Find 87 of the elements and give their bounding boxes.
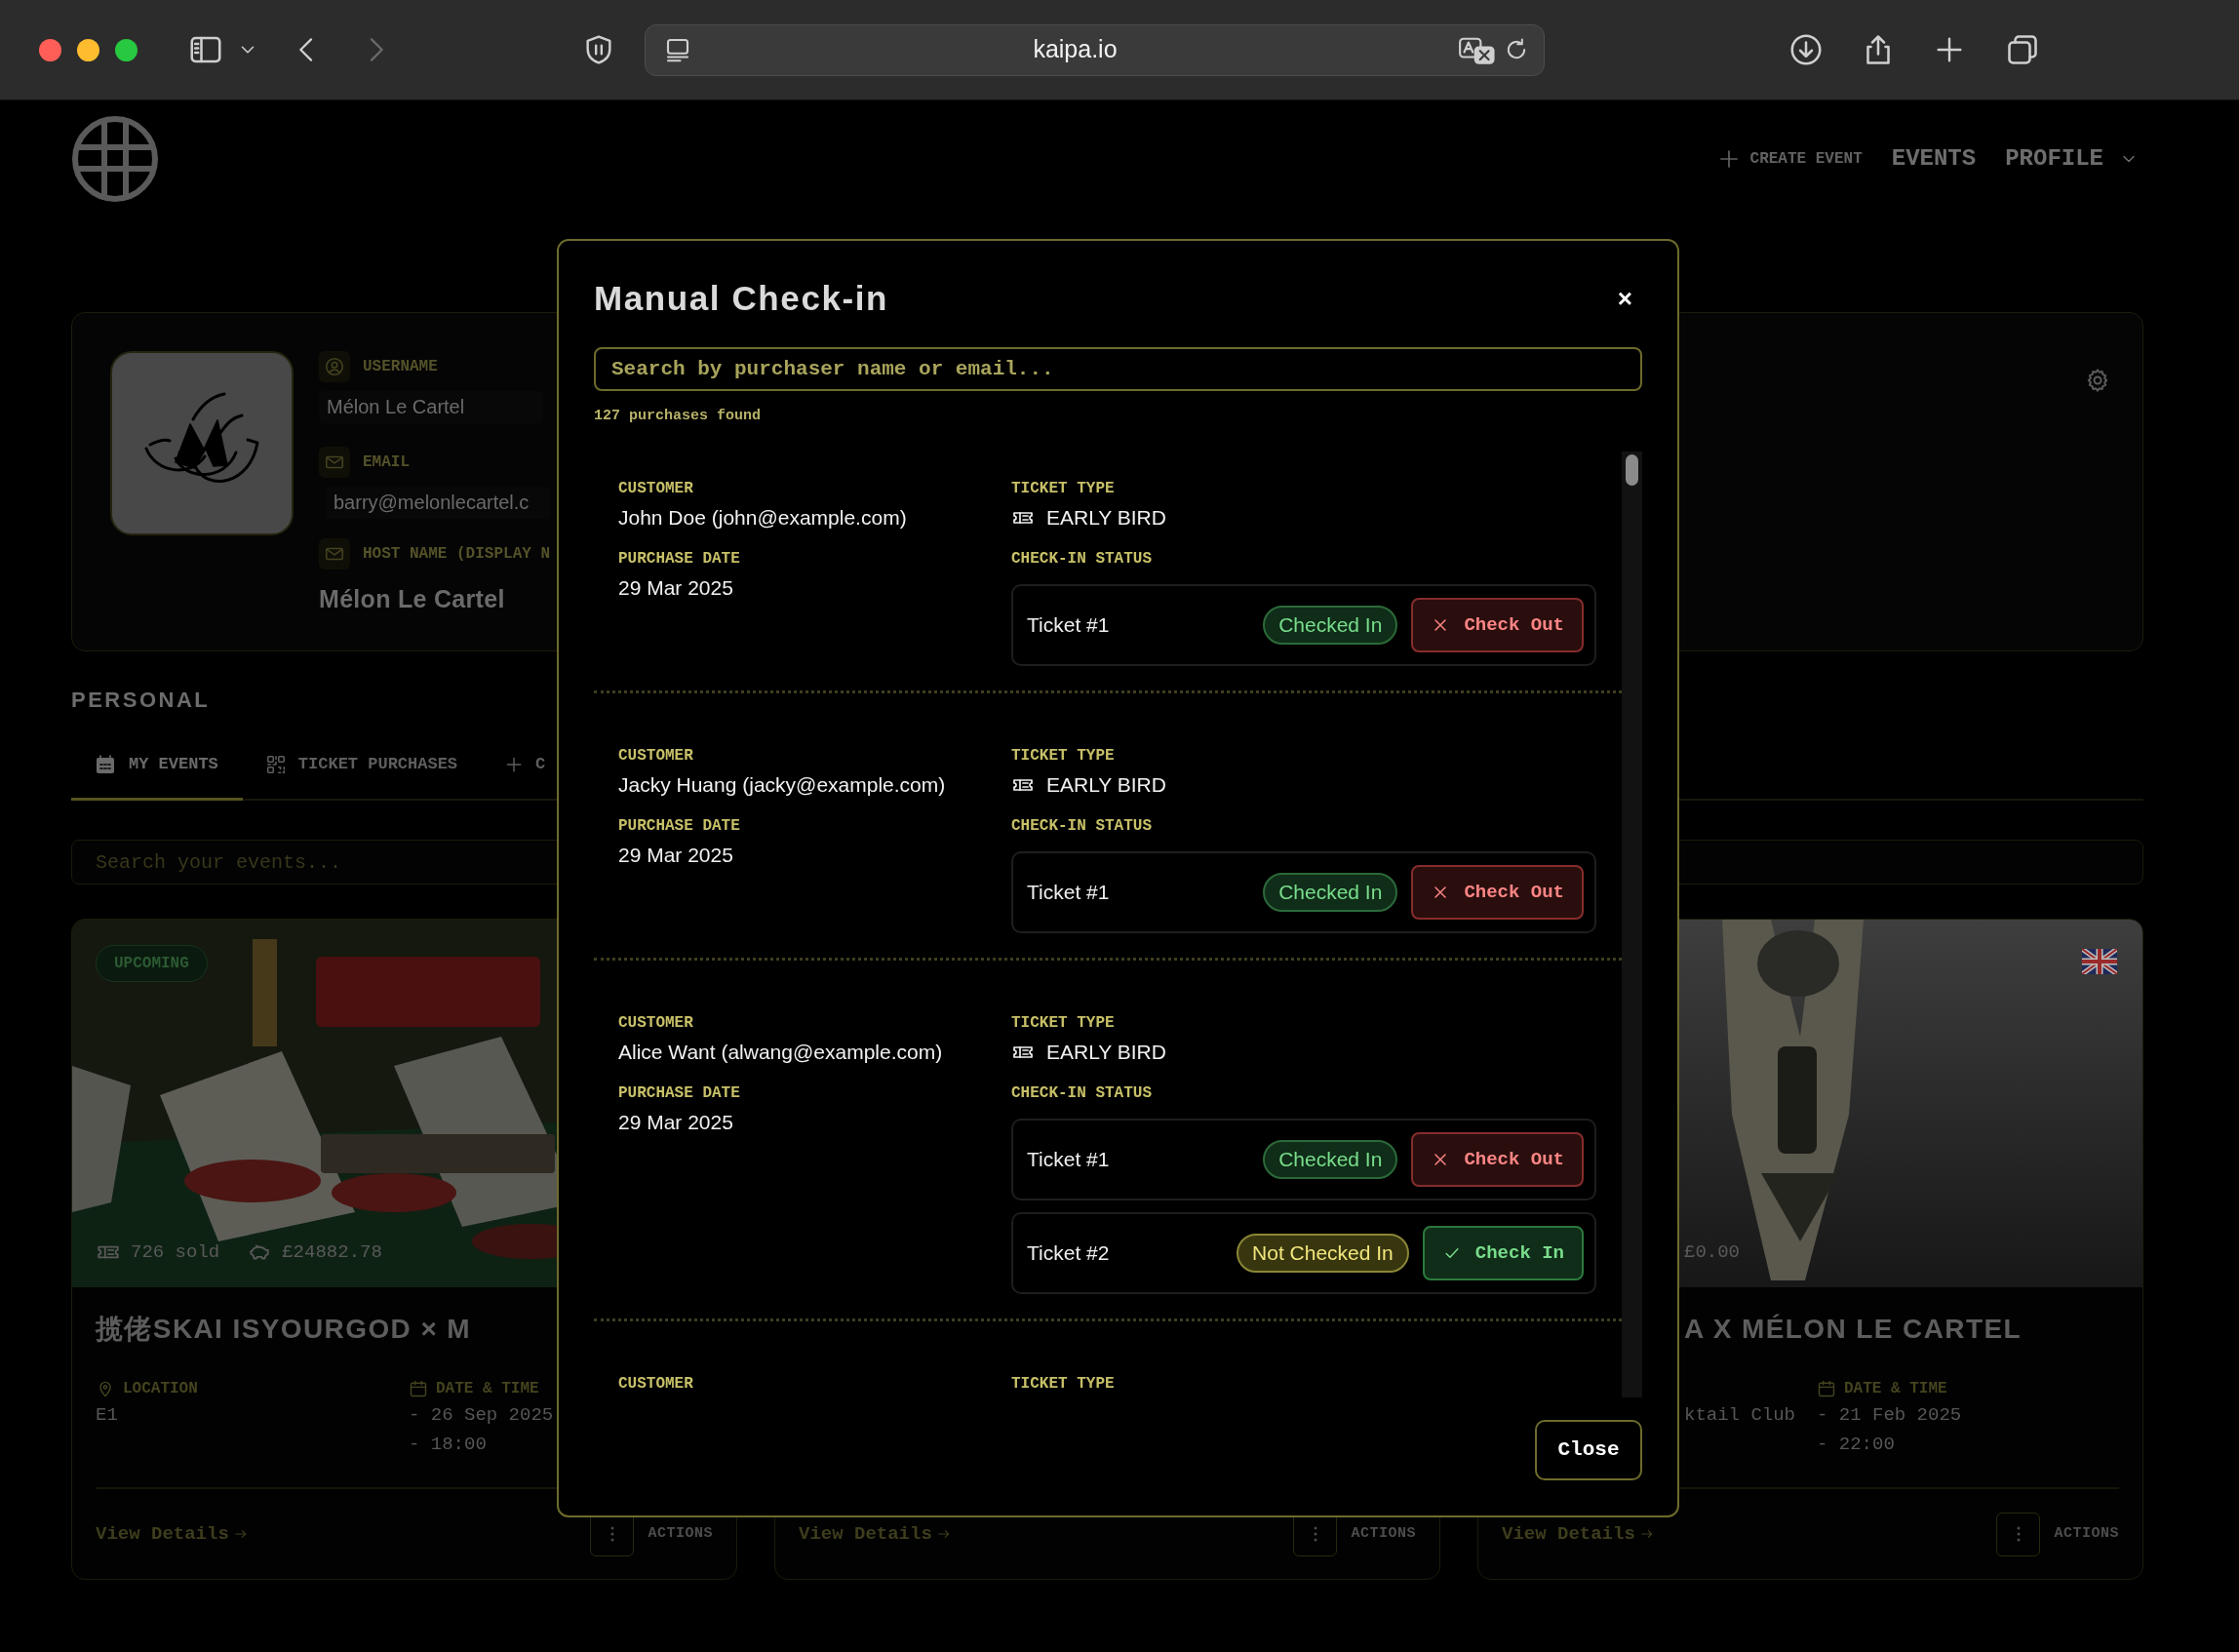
tickets-sold: 726 sold: [131, 1239, 220, 1265]
ticket-type: EARLY BIRD: [1046, 772, 1166, 798]
field-label: USERNAME: [363, 357, 438, 377]
calendar-icon: [1817, 1379, 1836, 1398]
info-label: DATE & TIME: [1844, 1379, 1947, 1398]
field-label: CHECK-IN STATUS: [1011, 549, 1154, 569]
modal-title: Manual Check-in: [594, 278, 889, 319]
ticket-name: Ticket #2: [1027, 1240, 1110, 1267]
field-label: PURCHASE DATE: [618, 549, 741, 569]
date-value: - 18:00: [409, 1433, 488, 1457]
event-title: A X MÉLON LE CARTEL: [1683, 1313, 2023, 1346]
profile-menu[interactable]: PROFILE: [2005, 141, 2139, 177]
field-label: TICKET TYPE: [1011, 1374, 1116, 1394]
download-icon[interactable]: [1788, 32, 1824, 67]
ticket-name: Ticket #1: [1027, 612, 1110, 639]
field-label: PURCHASE DATE: [618, 816, 741, 836]
actions-label: ACTIONS: [2054, 1523, 2119, 1544]
flag-icon: [2082, 949, 2117, 974]
customer-name: Jacky Huang (jacky@example.com): [618, 772, 947, 798]
dots-icon: [610, 1526, 614, 1542]
status-badge: Checked In: [1263, 606, 1398, 645]
field-label: CHECK-IN STATUS: [1011, 816, 1154, 836]
field-label: PURCHASE DATE: [618, 1083, 741, 1103]
purchase-date: 29 Mar 2025: [618, 575, 734, 601]
close-button[interactable]: Close: [1535, 1420, 1642, 1480]
tab[interactable]: TICKET PURCHASES: [242, 730, 483, 801]
actions-label: ACTIONS: [1351, 1523, 1416, 1544]
field-label: CUSTOMER: [618, 479, 694, 498]
field-label: CUSTOMER: [618, 746, 694, 766]
ticket-type: EARLY BIRD: [1046, 505, 1166, 531]
section-title: PERSONAL: [71, 688, 212, 713]
location-value: E1: [96, 1403, 119, 1428]
ticket-name: Ticket #1: [1027, 1147, 1110, 1173]
tabs-overview-icon[interactable]: [2005, 32, 2040, 67]
purchase-date: 29 Mar 2025: [618, 1110, 734, 1135]
field-label: EMAIL: [363, 452, 410, 473]
host-name: Mélon Le Cartel: [319, 584, 506, 614]
location-value: ktail Club: [1684, 1403, 1797, 1428]
field-label: TICKET TYPE: [1011, 479, 1116, 498]
purchase-date: 29 Mar 2025: [618, 843, 734, 868]
url-text: kaipa.io: [1032, 34, 1119, 65]
status-badge: UPCOMING: [96, 945, 208, 982]
translate-icon[interactable]: [1458, 35, 1495, 64]
field-label: CUSTOMER: [618, 1013, 694, 1033]
field-label: CUSTOMER: [618, 1374, 694, 1394]
field-label: TICKET TYPE: [1011, 1013, 1116, 1033]
field-label: HOST NAME (DISPLAY N: [363, 544, 551, 565]
dots-icon: [2017, 1526, 2021, 1542]
logo-icon[interactable]: [71, 115, 159, 203]
check-out-button[interactable]: Check Out: [1411, 598, 1584, 652]
window-zoom-button[interactable]: [115, 38, 137, 61]
results-count: 127 purchases found: [594, 407, 763, 426]
window-minimize-button[interactable]: [77, 38, 99, 61]
create-event-link[interactable]: CREATE EVENT: [1716, 147, 1863, 171]
event-title: 揽佬SKAI ISYOURGOD × M: [96, 1313, 473, 1346]
customer-name: Alice Want (alwang@example.com): [618, 1040, 944, 1065]
date-value: - 22:00: [1817, 1433, 1896, 1457]
revenue: £0.00: [1684, 1239, 1740, 1265]
close-button[interactable]: ×: [1607, 286, 1642, 311]
qr-code-icon: [264, 753, 287, 775]
calendar-icon: [94, 752, 117, 776]
search-field[interactable]: Search by purchaser name or email...: [594, 347, 1642, 391]
check-out-button[interactable]: Check Out: [1411, 1132, 1584, 1187]
calendar-icon: [409, 1379, 428, 1398]
ticket-name: Ticket #1: [1027, 880, 1110, 906]
dots-icon: [1314, 1526, 1317, 1542]
status-badge: Checked In: [1263, 873, 1398, 912]
check-in-button[interactable]: Check In: [1422, 1226, 1584, 1280]
status-badge: Not Checked In: [1237, 1234, 1409, 1273]
revenue: £24882.78: [282, 1239, 382, 1265]
address-bar[interactable]: kaipa.io: [645, 23, 1545, 76]
actions-label: ACTIONS: [648, 1523, 713, 1544]
window-close-button[interactable]: [39, 38, 61, 61]
date-value: - 26 Sep 2025: [409, 1403, 554, 1428]
status-badge: Checked In: [1263, 1140, 1398, 1179]
field-label: CHECK-IN STATUS: [1011, 1083, 1154, 1103]
field-label: TICKET TYPE: [1011, 746, 1116, 766]
customer-name: John Doe (john@example.com): [618, 505, 908, 531]
ticket-type: EARLY BIRD: [1046, 1040, 1166, 1065]
info-label: DATE & TIME: [436, 1379, 539, 1398]
info-label: LOCATION: [123, 1379, 198, 1398]
date-value: - 21 Feb 2025: [1817, 1403, 1962, 1428]
nav-link[interactable]: EVENTS: [1891, 141, 1977, 177]
check-out-button[interactable]: Check Out: [1411, 865, 1584, 920]
user-icon: [324, 356, 345, 377]
tab[interactable]: MY EVENTS: [71, 730, 243, 801]
tab[interactable]: C: [482, 730, 570, 801]
